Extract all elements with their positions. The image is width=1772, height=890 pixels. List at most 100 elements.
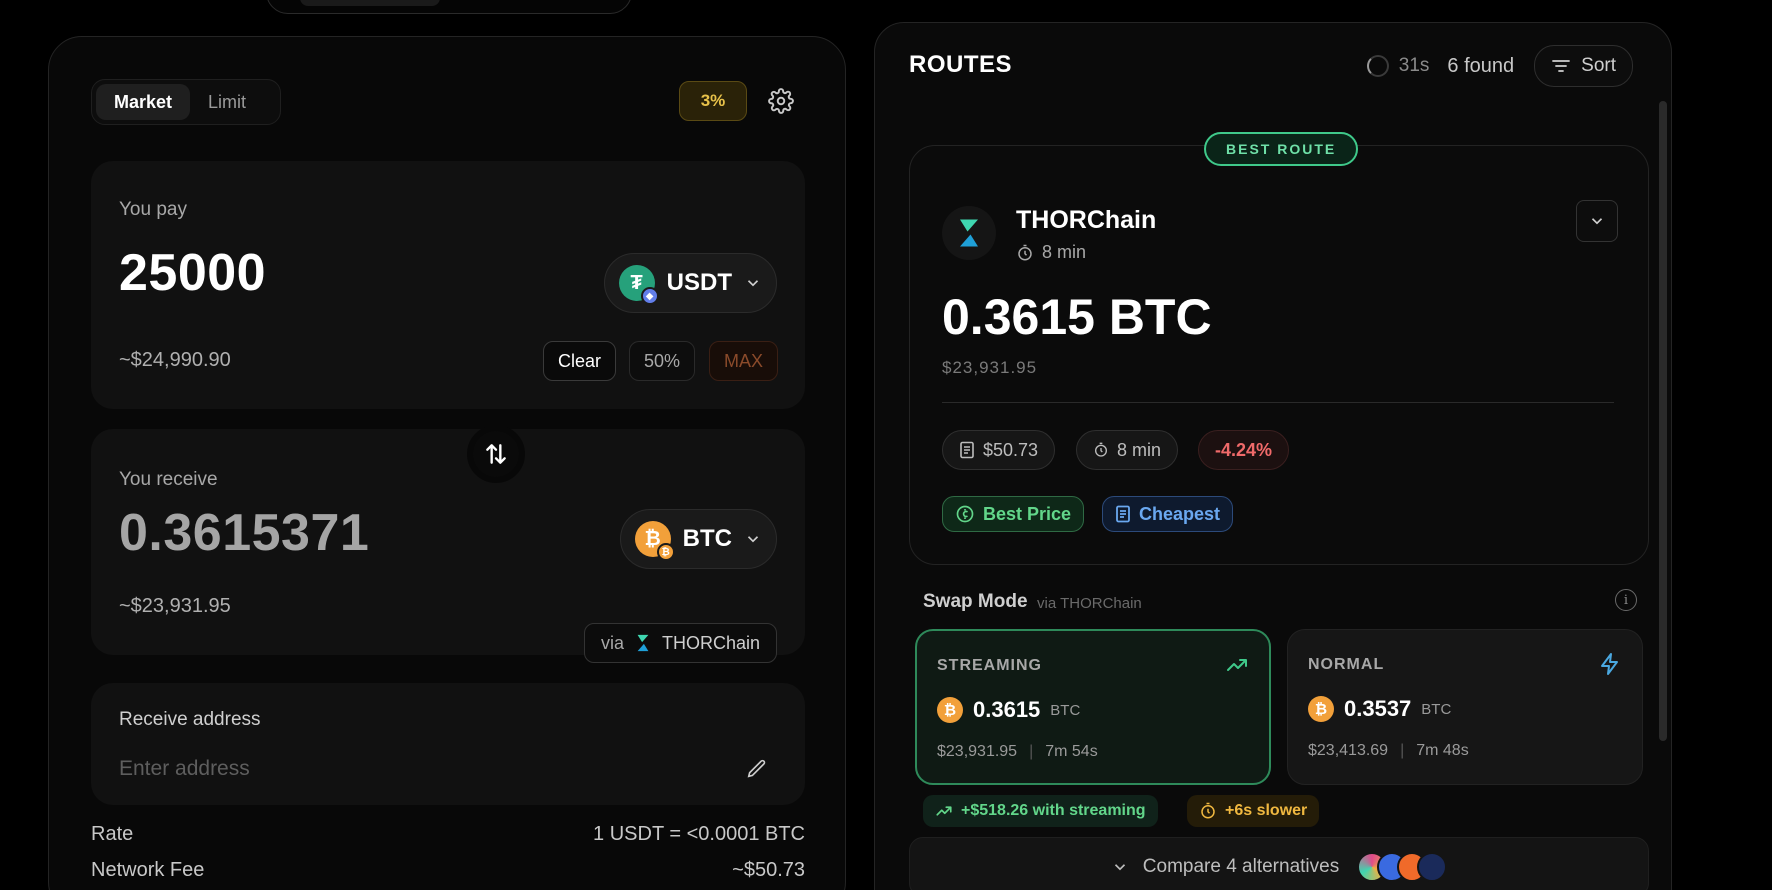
best-price-tag: Best Price xyxy=(942,496,1085,532)
btc-chain-icon: ₿ xyxy=(656,543,675,561)
streaming-amount: 0.3615 xyxy=(973,697,1041,722)
stopwatch-icon xyxy=(1018,244,1032,260)
swap-mode-label: Swap Mode xyxy=(923,591,1028,612)
normal-footer: $23,413.69 | 7m 48s xyxy=(1308,742,1469,760)
coin-icon xyxy=(956,505,974,523)
normal-title: NORMAL xyxy=(1308,656,1385,673)
network-fee-row: Network Fee ~$50.73 xyxy=(91,859,805,882)
best-route-amount: 0.3615 BTC xyxy=(942,289,1212,345)
best-route-time-value: 8 min xyxy=(1042,242,1087,262)
swap-direction-button[interactable] xyxy=(467,425,525,483)
trending-up-icon xyxy=(1227,659,1247,671)
swap-mode-via: via THORChain xyxy=(1037,595,1142,612)
stopwatch-icon xyxy=(1095,442,1107,457)
pay-token-selector[interactable]: ₮ ◆ USDT xyxy=(603,253,777,313)
compare-label: Compare 4 alternatives xyxy=(1142,856,1340,877)
streaming-usd: $23,931.95 xyxy=(937,743,1018,760)
tab-limit[interactable]: Limit xyxy=(190,84,264,120)
streaming-gain-note: +$518.26 with streaming xyxy=(923,795,1158,827)
receive-token-symbol: BTC xyxy=(682,525,732,552)
btc-icon: ₿ xyxy=(1308,696,1334,722)
routes-found-count: 6 found xyxy=(1447,54,1515,77)
receive-usd-value: ~$23,931.95 xyxy=(119,595,231,617)
divider xyxy=(942,402,1614,403)
chevron-down-icon xyxy=(747,280,759,287)
pay-card: You pay 25000 ₮ ◆ USDT ~$24,990.90 Clear… xyxy=(91,161,805,409)
slippage-button[interactable]: 3% xyxy=(679,81,747,121)
route-provider-pill[interactable]: via THORChain xyxy=(583,623,777,663)
streaming-mode-card[interactable]: STREAMING ₿ 0.3615 BTC $23,931.95 | 7m 5… xyxy=(915,629,1271,785)
swap-arrows-icon xyxy=(486,444,506,464)
receipt-icon xyxy=(1116,505,1130,523)
receipt-icon xyxy=(960,441,974,459)
chevron-down-icon xyxy=(1114,864,1125,871)
max-button[interactable]: MAX xyxy=(709,341,779,381)
cheapest-tag: Cheapest xyxy=(1102,496,1234,532)
thorchain-icon xyxy=(637,634,649,652)
routes-title: ROUTES xyxy=(909,51,1013,78)
normal-mode-card[interactable]: NORMAL ₿ 0.3537 BTC $23,413.69 | 7m 48s xyxy=(1287,629,1643,785)
btc-icon: ₿ ₿ xyxy=(634,521,675,561)
provider-avatar-icon xyxy=(1417,852,1448,882)
normal-amount: 0.3537 xyxy=(1344,696,1412,721)
pay-label: You pay xyxy=(119,199,187,220)
routes-scrollbar[interactable] xyxy=(1659,101,1667,741)
refresh-timer: 31s xyxy=(1398,55,1430,76)
fee-value: $50.73 xyxy=(983,439,1039,460)
receive-token-selector[interactable]: ₿ ₿ BTC xyxy=(619,509,777,569)
receive-address-card: Receive address xyxy=(91,683,805,805)
streaming-time: 7m 54s xyxy=(1045,743,1098,760)
chevron-down-icon xyxy=(1591,218,1603,225)
receive-address-label: Receive address xyxy=(119,709,261,730)
slower-text: +6s slower xyxy=(1225,802,1308,819)
sort-button[interactable]: Sort xyxy=(1534,45,1633,87)
network-fee-value: ~$50.73 xyxy=(732,859,805,881)
streaming-gain-text: +$518.26 with streaming xyxy=(961,802,1146,819)
edit-address-button[interactable] xyxy=(743,755,771,783)
best-route-time: 8 min xyxy=(1016,242,1086,263)
top-nav-stub-inner xyxy=(300,0,440,6)
half-button[interactable]: 50% xyxy=(629,341,696,381)
normal-usd: $23,413.69 xyxy=(1308,742,1389,759)
sort-label: Sort xyxy=(1581,55,1616,76)
streaming-title: STREAMING xyxy=(937,657,1042,674)
duration-value: 8 min xyxy=(1117,439,1162,460)
best-route-provider: THORChain xyxy=(1016,206,1157,234)
filter-lines-icon xyxy=(1552,60,1571,72)
receive-label: You receive xyxy=(119,469,218,490)
receive-address-input[interactable] xyxy=(119,757,699,781)
slower-note: +6s slower xyxy=(1187,795,1320,827)
best-route-card[interactable]: BEST ROUTE THORChain 8 min 0.3615 BTC $2… xyxy=(909,132,1649,565)
ethereum-icon: ◆ xyxy=(640,287,659,305)
best-price-label: Best Price xyxy=(983,503,1072,524)
pay-amount-input[interactable]: 25000 xyxy=(119,243,266,303)
lightning-icon xyxy=(1601,653,1618,675)
compare-alternatives-button[interactable]: Compare 4 alternatives xyxy=(909,837,1649,890)
receive-amount: 0.3615371 xyxy=(119,504,370,562)
fee-pill: $50.73 xyxy=(942,430,1056,470)
rate-label: Rate xyxy=(91,823,134,845)
pay-usd-value: ~$24,990.90 xyxy=(119,349,231,371)
refresh-spinner-icon xyxy=(1366,55,1389,77)
routes-meta: 31s 6 found Sort xyxy=(1366,45,1633,87)
tab-market[interactable]: Market xyxy=(96,84,191,120)
rate-value: 1 USDT = <0.0001 BTC xyxy=(593,823,805,845)
streaming-unit: BTC xyxy=(1050,701,1081,719)
normal-unit: BTC xyxy=(1421,700,1452,718)
gear-icon xyxy=(768,88,794,114)
usdt-icon: ₮ ◆ xyxy=(618,265,659,305)
stopwatch-icon xyxy=(1201,802,1215,819)
btc-icon: ₿ xyxy=(937,697,963,723)
expand-route-button[interactable] xyxy=(1576,200,1618,242)
best-route-usd: $23,931.95 xyxy=(942,358,1038,377)
pencil-icon xyxy=(747,759,766,778)
pay-token-symbol: USDT xyxy=(666,269,732,296)
alternative-provider-avatars xyxy=(1357,852,1448,882)
chevron-down-icon xyxy=(747,536,759,543)
price-impact-pill: -4.24% xyxy=(1198,430,1290,470)
streaming-footer: $23,931.95 | 7m 54s xyxy=(937,743,1098,761)
normal-time: 7m 48s xyxy=(1416,742,1469,759)
settings-button[interactable] xyxy=(765,85,797,117)
clear-button[interactable]: Clear xyxy=(543,341,617,381)
info-icon[interactable]: i xyxy=(1615,589,1637,611)
